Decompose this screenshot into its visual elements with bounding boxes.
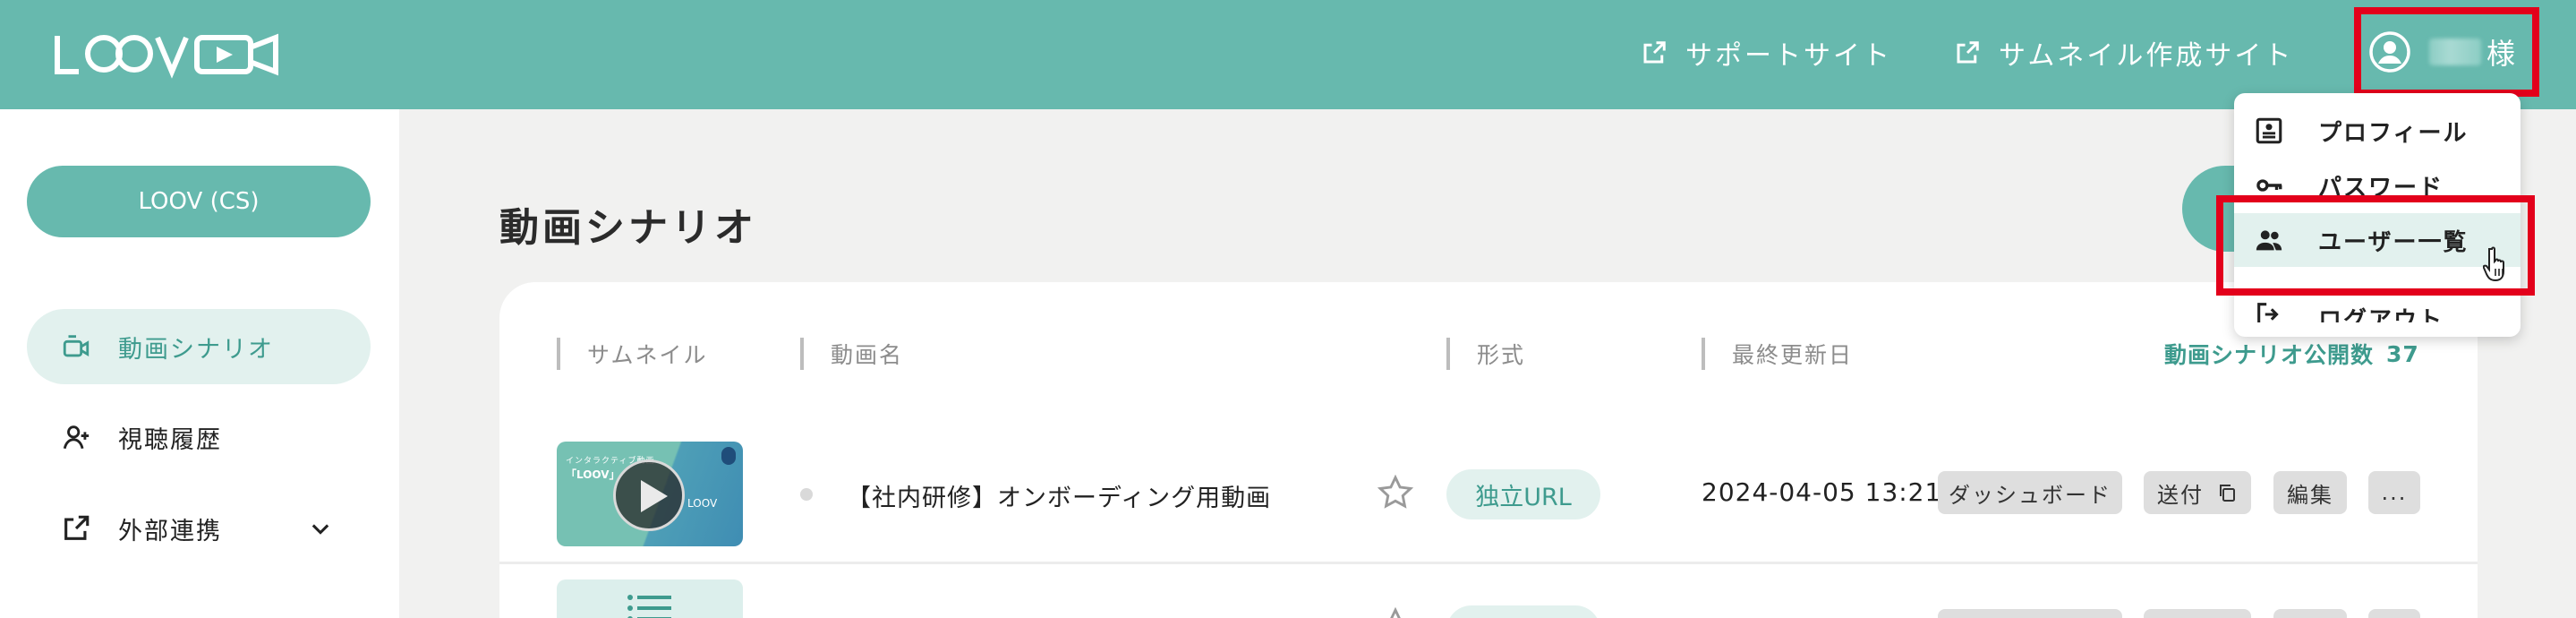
sidebar-item-label: 外部連携 <box>118 517 222 545</box>
copy-icon <box>2220 485 2235 502</box>
more-options-button[interactable] <box>2368 609 2420 618</box>
published-count-value: 37 <box>2386 340 2419 367</box>
send-button[interactable] <box>2144 609 2251 618</box>
thumbnail-logo: LOOV <box>687 497 718 510</box>
page-title: 動画シナリオ <box>499 205 757 251</box>
chevron-down-icon[interactable] <box>308 516 333 541</box>
thumbnail-site-link[interactable]: サムネイル作成サイト <box>1954 30 2293 75</box>
column-header-thumbnail: サムネイル <box>557 338 708 370</box>
sidebar-item-video-scenario[interactable]: 動画シナリオ <box>27 309 371 384</box>
more-options-button[interactable]: ... <box>2368 471 2420 514</box>
scenario-table <box>499 282 2478 618</box>
status-dot <box>800 488 813 501</box>
thumbnail-title: 「LOOV」 <box>566 468 620 481</box>
add-user-icon <box>63 425 90 450</box>
user-suffix: 様 <box>2486 37 2516 71</box>
video-thumbnail[interactable] <box>557 579 743 618</box>
column-header-updated: 最終更新日 <box>1702 338 1853 370</box>
send-button[interactable]: 送付 <box>2144 471 2251 514</box>
sidebar-item-external-integration[interactable]: 外部連携 <box>27 491 371 566</box>
support-site-link[interactable]: サポートサイト <box>1641 30 1892 75</box>
format-badge: 独立URL <box>1446 469 1600 519</box>
column-header-format: 形式 <box>1446 338 1525 370</box>
more-options-label: ... <box>2381 480 2408 505</box>
thumbnail-badge-icon <box>721 447 736 465</box>
external-link-icon <box>1643 41 1666 64</box>
published-count: 動画シナリオ公開数 37 <box>2164 338 2419 370</box>
favorite-star-icon[interactable] <box>1376 473 1415 512</box>
video-scenario-icon <box>63 335 90 357</box>
dashboard-button[interactable]: ダッシュボード <box>1938 471 2122 514</box>
profile-icon <box>2256 117 2282 144</box>
organization-button[interactable]: LOOV (CS) <box>27 166 371 237</box>
external-link-icon <box>1957 41 1979 64</box>
format-badge <box>1446 605 1600 618</box>
menu-item-profile[interactable]: プロフィール <box>2234 104 2521 158</box>
video-thumbnail[interactable]: インタラクティブ動画 「LOOV」 LOOV <box>557 442 743 546</box>
support-site-label: サポートサイト <box>1685 40 1892 72</box>
user-menu-button[interactable]: 様 <box>2354 7 2539 97</box>
thumbnail-site-label: サムネイル作成サイト <box>1999 40 2294 72</box>
row-divider <box>499 562 2478 564</box>
menu-item-label: プロフィール <box>2318 119 2469 147</box>
edit-button[interactable] <box>2273 609 2347 618</box>
loov-logo[interactable] <box>54 27 282 81</box>
external-link-icon <box>64 515 90 540</box>
edit-button[interactable]: 編集 <box>2273 471 2347 514</box>
user-name-redacted <box>2429 39 2481 65</box>
favorite-star-icon[interactable] <box>1376 605 1415 618</box>
hand-cursor-icon <box>2483 246 2504 282</box>
column-header-video-name: 動画名 <box>800 338 903 370</box>
list-icon <box>627 595 671 618</box>
edit-label: 編集 <box>2287 482 2333 508</box>
sidebar-item-viewing-history[interactable]: 視聴履歴 <box>27 399 371 475</box>
menu-item-logout[interactable]: ログアウト <box>2234 296 2521 322</box>
sidebar-item-label: 動画シナリオ <box>118 335 274 364</box>
updated-date: 2024-04-05 13:21 <box>1702 477 1942 507</box>
user-avatar-icon <box>2369 31 2410 73</box>
sidebar-item-label: 視聴履歴 <box>118 425 222 454</box>
dashboard-button[interactable] <box>1938 609 2122 618</box>
menu-item-label: ログアウト <box>2318 307 2444 322</box>
logout-icon <box>2257 303 2279 322</box>
play-icon[interactable] <box>613 459 685 531</box>
video-name[interactable]: 【社内研修】オンボーディング用動画 <box>847 478 1271 513</box>
top-header: サポートサイト サムネイル作成サイト 様 <box>0 0 2576 109</box>
send-label: 送付 <box>2157 482 2204 508</box>
published-count-label: 動画シナリオ公開数 <box>2164 342 2375 368</box>
sidebar: LOOV (CS) 動画シナリオ 視聴履歴 外部連携 <box>0 109 399 618</box>
dashboard-label: ダッシュボード <box>1949 482 2111 508</box>
